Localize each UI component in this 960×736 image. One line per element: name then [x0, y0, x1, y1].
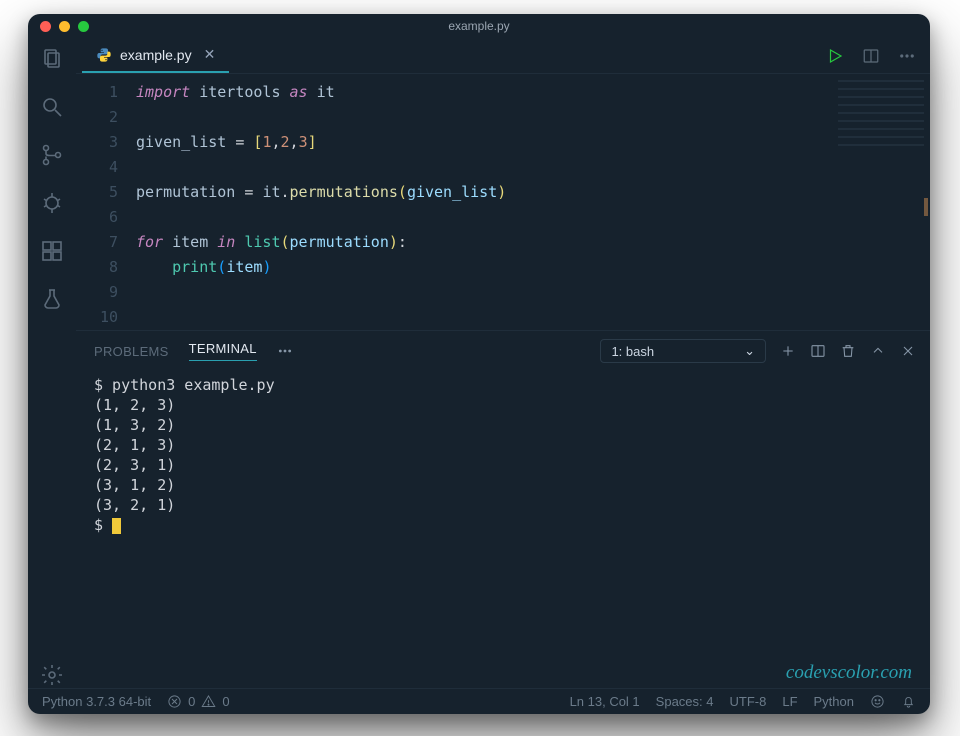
kill-terminal-icon[interactable] — [840, 343, 856, 359]
maximize-window-button[interactable] — [78, 21, 89, 32]
split-terminal-icon[interactable] — [810, 343, 826, 359]
terminal-output[interactable]: $ python3 example.py(1, 2, 3)(1, 3, 2)(2… — [76, 369, 930, 662]
status-encoding[interactable]: UTF-8 — [730, 694, 767, 709]
tab-filename: example.py — [120, 47, 192, 63]
split-editor-icon[interactable] — [862, 47, 880, 65]
status-interpreter[interactable]: Python 3.7.3 64-bit — [42, 694, 151, 709]
status-language[interactable]: Python — [814, 694, 854, 709]
error-icon — [167, 694, 182, 709]
source-control-icon[interactable] — [39, 142, 65, 168]
activity-bar — [28, 38, 76, 688]
editor-area: example.py ✕ 12345678910 import itertool… — [76, 38, 930, 688]
python-file-icon — [96, 47, 112, 63]
status-cursor[interactable]: Ln 13, Col 1 — [570, 694, 640, 709]
tab-example-py[interactable]: example.py ✕ — [82, 38, 229, 73]
bottom-panel: PROBLEMS TERMINAL 1: bash ⌄ — [76, 330, 930, 688]
debug-icon[interactable] — [39, 190, 65, 216]
minimize-window-button[interactable] — [59, 21, 70, 32]
extensions-icon[interactable] — [39, 238, 65, 264]
more-actions-icon[interactable] — [898, 47, 916, 65]
status-notifications-icon[interactable] — [901, 694, 916, 709]
terminal-selector[interactable]: 1: bash ⌄ — [600, 339, 766, 363]
window-controls — [40, 21, 89, 32]
search-icon[interactable] — [39, 94, 65, 120]
watermark: codevscolor.com — [76, 662, 930, 688]
code-content[interactable]: import itertools as it given_list = [1,2… — [136, 80, 930, 330]
testing-icon[interactable] — [39, 286, 65, 312]
settings-gear-icon[interactable] — [39, 662, 65, 688]
editor-actions — [826, 38, 930, 73]
status-eol[interactable]: LF — [782, 694, 797, 709]
status-bar: Python 3.7.3 64-bit 0 0 Ln 13, Col 1 Spa… — [28, 688, 930, 714]
close-window-button[interactable] — [40, 21, 51, 32]
close-panel-icon[interactable] — [900, 343, 916, 359]
main-area: example.py ✕ 12345678910 import itertool… — [28, 38, 930, 688]
run-button[interactable] — [826, 47, 844, 65]
vscode-window: example.py example.py ✕ — [28, 14, 930, 714]
titlebar: example.py — [28, 14, 930, 38]
line-number-gutter: 12345678910 — [76, 80, 136, 330]
status-feedback-icon[interactable] — [870, 694, 885, 709]
tab-close-icon[interactable]: ✕ — [204, 46, 216, 63]
editor-tabs: example.py ✕ — [76, 38, 930, 74]
warning-icon — [201, 694, 216, 709]
panel-more-icon[interactable] — [277, 343, 293, 359]
panel-tab-terminal[interactable]: TERMINAL — [189, 341, 257, 361]
chevron-down-icon: ⌄ — [744, 343, 755, 359]
explorer-icon[interactable] — [39, 46, 65, 72]
status-indent[interactable]: Spaces: 4 — [656, 694, 714, 709]
panel-tab-problems[interactable]: PROBLEMS — [94, 344, 169, 359]
status-problems[interactable]: 0 0 — [167, 694, 229, 709]
new-terminal-icon[interactable] — [780, 343, 796, 359]
code-editor[interactable]: 12345678910 import itertools as it given… — [76, 74, 930, 330]
terminal-selector-label: 1: bash — [611, 344, 654, 359]
panel-tabs: PROBLEMS TERMINAL 1: bash ⌄ — [76, 331, 930, 369]
maximize-panel-icon[interactable] — [870, 343, 886, 359]
window-title: example.py — [28, 19, 930, 33]
